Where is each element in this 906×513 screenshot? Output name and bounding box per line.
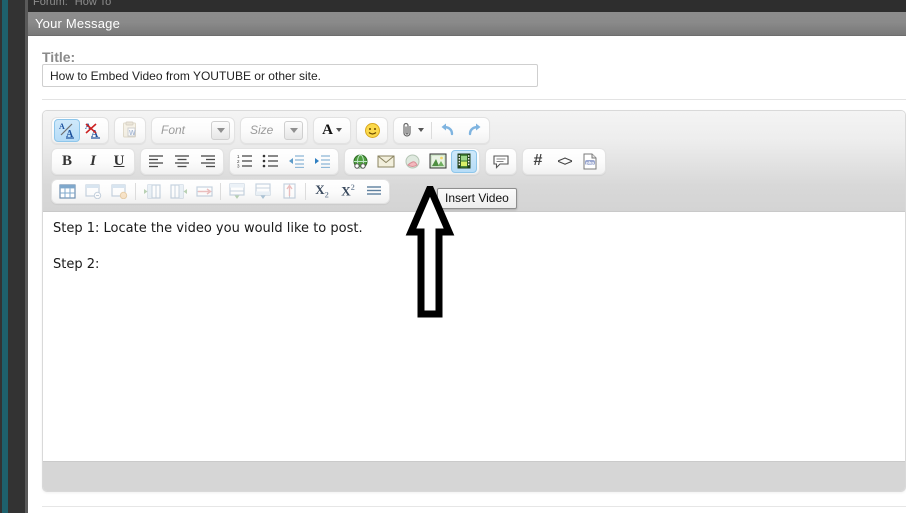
subscript-icon[interactable]: X2: [309, 180, 335, 203]
paste-from-word-icon[interactable]: W: [117, 119, 143, 142]
toolbar-group-font-color: A: [313, 116, 351, 144]
insert-row-after-icon[interactable]: [165, 180, 191, 203]
indent-icon[interactable]: [310, 150, 336, 173]
toolbar-separator: [220, 182, 221, 200]
toolbar-group-quote: [485, 147, 517, 175]
chevron-down-icon[interactable]: [211, 120, 230, 140]
insert-video-icon[interactable]: [451, 149, 477, 173]
editor-line-2: Step 2:: [53, 257, 100, 272]
toolbar-group-paste: W: [114, 116, 146, 144]
align-left-icon[interactable]: [143, 150, 169, 173]
svg-text:A: A: [59, 122, 65, 131]
insert-row-before-icon[interactable]: [139, 180, 165, 203]
toolbar-group-text-style: B I U: [51, 147, 135, 175]
insert-image-icon[interactable]: [425, 150, 451, 173]
breadcrumb: Forum: "How To": [33, 0, 116, 8]
app-root: Forum: "How To" Your Message Title: A: [0, 0, 906, 513]
toolbar-group-attach-history: [393, 116, 490, 144]
table-properties-icon[interactable]: [80, 180, 106, 203]
insert-email-icon[interactable]: [373, 150, 399, 173]
panel-header: Your Message: [28, 12, 906, 36]
insert-code-icon[interactable]: <>: [551, 150, 577, 173]
insert-table-icon[interactable]: [54, 180, 80, 203]
outdent-icon[interactable]: [284, 150, 310, 173]
panel-header-title: Your Message: [35, 16, 121, 31]
insert-column-after-icon[interactable]: [250, 180, 276, 203]
editor-line-1: Step 1: Locate the video you would like …: [53, 221, 363, 236]
insert-hash-icon[interactable]: #: [525, 150, 551, 173]
svg-text:php: php: [586, 160, 594, 165]
toolbar-separator: [431, 121, 432, 139]
toolbar-row-3: X2 X2: [51, 178, 390, 204]
underline-icon[interactable]: U: [106, 150, 132, 173]
toolbar-group-smiley: [356, 116, 388, 144]
spellcheck-icon[interactable]: A A: [54, 118, 80, 142]
toolbar-group-font-family: Font: [151, 116, 235, 144]
toolbar-separator: [305, 182, 306, 200]
toolbar-row-1: A A A A: [51, 116, 490, 144]
rail-accent-strip: [2, 0, 8, 513]
attachment-icon[interactable]: [396, 119, 428, 142]
italic-icon[interactable]: I: [80, 150, 106, 173]
font-color-icon[interactable]: A: [316, 119, 348, 142]
toolbar-group-table: X2 X2: [51, 178, 390, 204]
smiley-icon[interactable]: [359, 119, 385, 142]
insert-column-before-icon[interactable]: [224, 180, 250, 203]
unlink-icon[interactable]: [399, 150, 425, 173]
insert-php-icon[interactable]: php: [577, 150, 603, 173]
left-rail: [0, 0, 28, 513]
workspace: Title: A A: [28, 36, 906, 513]
insert-link-icon[interactable]: [347, 150, 373, 173]
toolbar-group-code: # <> php: [522, 147, 606, 175]
editor-content[interactable]: Step 1: Locate the video you would like …: [43, 212, 905, 461]
unordered-list-icon[interactable]: [258, 150, 284, 173]
align-right-icon[interactable]: [195, 150, 221, 173]
delete-column-icon[interactable]: [276, 180, 302, 203]
bold-icon[interactable]: B: [54, 150, 80, 173]
undo-icon[interactable]: [435, 119, 461, 142]
justify-icon[interactable]: [361, 180, 387, 203]
font-family-value: Font: [161, 123, 186, 137]
toolbar-group-align: [140, 147, 224, 175]
font-size-select[interactable]: Size: [243, 119, 305, 142]
toolbar-group-spell: A A A A: [51, 116, 109, 144]
rich-text-editor: A A A A: [42, 110, 906, 492]
svg-text:W: W: [129, 130, 136, 137]
superscript-icon[interactable]: X2: [335, 180, 361, 203]
font-family-select[interactable]: Font: [154, 119, 232, 142]
tooltip-insert-video: Insert Video: [437, 188, 517, 209]
insert-quote-icon[interactable]: [488, 150, 514, 173]
toolbar-group-font-size: Size: [240, 116, 308, 144]
top-strip: Forum: "How To": [28, 0, 906, 12]
remove-formatting-icon[interactable]: A A: [80, 119, 106, 142]
align-center-icon[interactable]: [169, 150, 195, 173]
chevron-down-icon[interactable]: [284, 120, 303, 140]
delete-row-icon[interactable]: [191, 180, 217, 203]
toolbar-separator: [135, 182, 136, 200]
ordered-list-icon[interactable]: 1 2 3: [232, 150, 258, 173]
editor-status-bar: [43, 461, 905, 491]
redo-icon[interactable]: [461, 119, 487, 142]
font-size-value: Size: [250, 123, 274, 137]
delete-table-icon[interactable]: [106, 180, 132, 203]
footer-divider: [42, 506, 906, 507]
toolbar-group-lists: 1 2 3: [229, 147, 339, 175]
toolbar-group-insert-media: [344, 147, 480, 175]
toolbar-row-2: B I U 1 2 3 # <> php: [51, 147, 606, 175]
title-label: Title:: [42, 49, 76, 65]
title-input[interactable]: [42, 64, 538, 87]
svg-text:3: 3: [237, 164, 240, 168]
editor-blank-line: [53, 237, 905, 257]
title-divider: [42, 99, 906, 100]
